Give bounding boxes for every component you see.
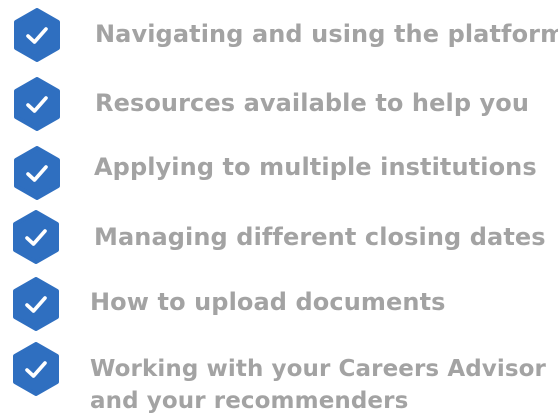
list-item: Managing different closing dates <box>0 207 558 267</box>
checklist: Navigating and using the platform Resour… <box>0 0 558 414</box>
item-label-continued: and your recommenders <box>90 388 409 414</box>
item-label: Applying to multiple institutions <box>94 153 537 181</box>
item-label: How to upload documents <box>90 288 446 316</box>
item-label: Navigating and using the platform <box>95 20 558 48</box>
list-item: Navigating and using the platform <box>0 5 558 65</box>
check-badge-icon <box>9 277 63 331</box>
item-label: Working with your Careers Advisor <box>90 356 546 382</box>
check-badge-icon <box>9 342 63 396</box>
list-item: Resources available to help you <box>0 74 558 134</box>
list-item: Working with your Careers Advisor and yo… <box>0 342 558 414</box>
check-badge-icon <box>10 8 64 62</box>
item-label: Resources available to help you <box>95 89 530 117</box>
item-label: Managing different closing dates <box>94 223 546 251</box>
check-badge-icon <box>9 210 63 264</box>
check-badge-icon <box>10 77 64 131</box>
check-badge-icon <box>10 146 64 200</box>
list-item: How to upload documents <box>0 276 558 336</box>
list-item: Applying to multiple institutions <box>0 143 558 203</box>
